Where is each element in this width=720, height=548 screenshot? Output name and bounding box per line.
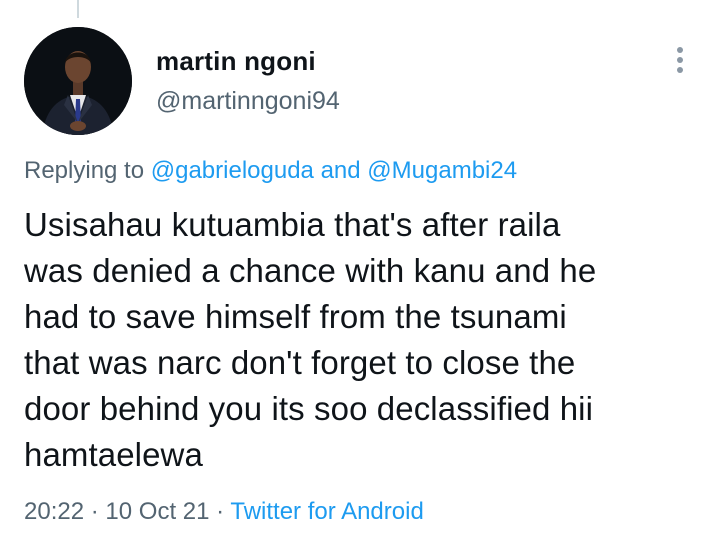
replying-to-label: Replying to [24, 157, 145, 184]
tweet-text: Usisahau kutuambia that's after raila wa… [24, 206, 597, 473]
meta-separator: · [90, 498, 99, 525]
author-display-name[interactable]: martin ngoni [156, 46, 316, 77]
tweet-source-link[interactable]: Twitter for Android [230, 498, 423, 525]
mention-link-gabrieloguda[interactable]: @gabrieloguda [151, 157, 314, 184]
tweet-date[interactable]: 10 Oct 21 [105, 498, 209, 525]
more-vertical-icon [677, 47, 683, 73]
replying-conjunction[interactable]: and [321, 157, 361, 184]
avatar[interactable] [24, 27, 132, 135]
thread-connector-line [77, 0, 79, 18]
avatar-image [24, 27, 132, 135]
replying-to-line: Replying to @gabrieloguda and @Mugambi24 [24, 157, 517, 185]
more-options-button[interactable] [664, 42, 696, 78]
author-handle[interactable]: @martinngoni94 [156, 87, 340, 116]
meta-separator: · [216, 498, 225, 525]
tweet-metadata: 20:22 · 10 Oct 21 · Twitter for Android [24, 498, 424, 526]
tweet-time[interactable]: 20:22 [24, 498, 84, 525]
mention-link-mugambi24[interactable]: @Mugambi24 [367, 157, 517, 184]
